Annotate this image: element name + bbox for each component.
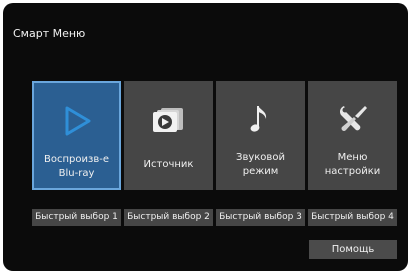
tile-label-line1: Звуковой — [236, 152, 285, 163]
tile-label-line2: Blu-ray — [58, 168, 95, 179]
page-title: Смарт Меню — [13, 27, 86, 40]
quick-select-2-button[interactable]: Быстрый выбор 2 — [124, 209, 213, 226]
tools-icon — [308, 93, 397, 145]
tile-label: Источник — [143, 159, 194, 170]
music-note-icon — [216, 93, 305, 145]
tile-source[interactable]: Источник — [124, 81, 213, 190]
input-source-icon — [124, 93, 213, 145]
tile-sound-mode[interactable]: Звуковой режим — [216, 81, 305, 190]
quick-select-1-button[interactable]: Быстрый выбор 1 — [32, 209, 121, 226]
tile-label-line1: Меню — [337, 152, 368, 163]
quick-select-3-button[interactable]: Быстрый выбор 3 — [216, 209, 305, 226]
tile-setup-menu[interactable]: Меню настройки — [308, 81, 397, 190]
tile-bluray-playback[interactable]: Воспроизв-е Blu-ray — [32, 81, 121, 190]
play-icon — [34, 95, 119, 147]
tile-label-line1: Воспроизв-е — [44, 154, 109, 165]
help-button[interactable]: Помощь — [309, 240, 397, 259]
tile-label-line2: режим — [242, 166, 279, 177]
tile-label-line2: настройки — [324, 166, 381, 177]
tile-label: Воспроизв-е Blu-ray — [34, 153, 119, 181]
tile-label: Меню настройки — [308, 151, 397, 179]
smart-menu-screen: Смарт Меню Воспроизв-е Blu-ray Источник — [3, 3, 408, 271]
quick-select-4-button[interactable]: Быстрый выбор 4 — [308, 209, 397, 226]
tile-label: Звуковой режим — [216, 151, 305, 179]
